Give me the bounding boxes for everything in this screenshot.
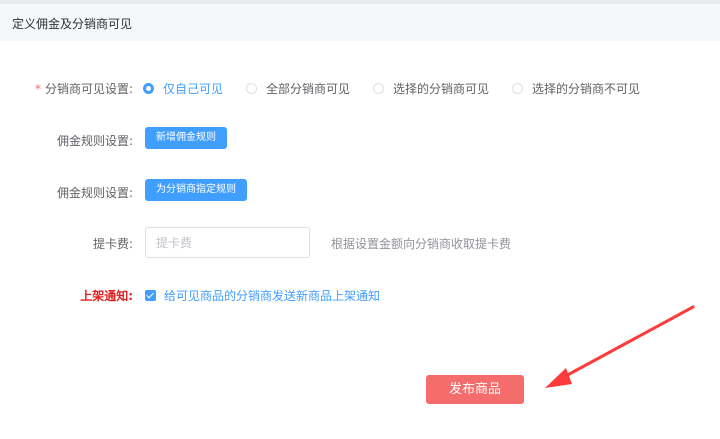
radio-checked-icon — [143, 83, 154, 94]
commission-rule-label: 佣金规则设置: — [56, 134, 133, 148]
commission-rule-label-2: 佣金规则设置: — [56, 186, 133, 200]
radio-selected-visible[interactable]: 选择的分销商可见 — [373, 80, 489, 97]
radio-all-distributors[interactable]: 全部分销商可见 — [246, 80, 350, 97]
add-commission-rule-button[interactable]: 新增佣金规则 — [145, 127, 227, 149]
card-fee-input[interactable] — [145, 227, 310, 258]
annotation-arrow-icon — [545, 305, 695, 388]
listing-notice-text: 给可见商品的分销商发送新商品上架通知 — [164, 289, 381, 303]
section-header: 定义佣金及分销商可见 — [0, 4, 720, 41]
visibility-label: * 分销商可见设置: — [35, 80, 133, 97]
radio-label: 全部分销商可见 — [266, 82, 351, 96]
radio-unchecked-icon — [246, 83, 257, 94]
radio-selected-invisible[interactable]: 选择的分销商不可见 — [512, 80, 640, 97]
radio-label: 仅自己可见 — [163, 82, 224, 96]
listing-notice-label: 上架通知: — [80, 289, 133, 303]
required-mark: * — [34, 82, 41, 96]
radio-unchecked-icon — [373, 83, 384, 94]
listing-notice-checkbox[interactable]: 给可见商品的分销商发送新商品上架通知 — [145, 287, 380, 304]
radio-only-self[interactable]: 仅自己可见 — [143, 80, 223, 97]
card-fee-hint: 根据设置金额向分销商收取提卡费 — [331, 237, 512, 251]
section-title: 定义佣金及分销商可见 — [12, 17, 133, 31]
radio-label: 选择的分销商不可见 — [532, 82, 641, 96]
checkbox-checked-icon — [145, 290, 156, 301]
assign-rule-button[interactable]: 为分销商指定规则 — [145, 179, 247, 201]
radio-label: 选择的分销商可见 — [393, 82, 490, 96]
visibility-label-text: 分销商可见设置: — [44, 82, 133, 96]
radio-unchecked-icon — [512, 83, 523, 94]
publish-button[interactable]: 发布商品 — [426, 375, 524, 404]
card-fee-label: 提卡费: — [92, 237, 133, 251]
